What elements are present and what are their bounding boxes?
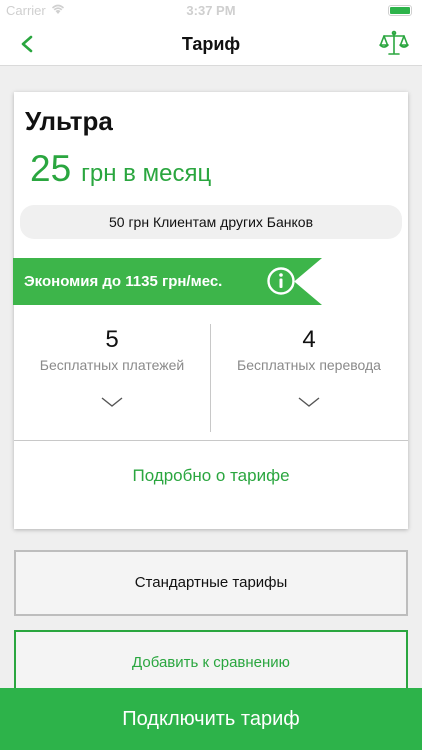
other-banks-note: 50 грн Клиентам других Банков [20, 205, 402, 239]
stat-value: 5 [105, 326, 119, 353]
scales-icon [379, 30, 409, 55]
tariff-card: Ультра 25 грн в месяц 50 грн Клиентам дру… [13, 92, 408, 529]
connect-tariff-button[interactable]: Подключить тариф [0, 688, 422, 750]
chevron-left-icon [21, 35, 33, 53]
status-bar: Carrier 3:37 PM [0, 0, 422, 22]
price-unit: грн в месяц [81, 160, 212, 187]
add-to-compare-button[interactable]: Добавить к сравнению [14, 630, 408, 696]
savings-ribbon: Экономия до 1135 грн/мес. [13, 258, 322, 305]
standard-tariffs-button[interactable]: Стандартные тарифы [14, 550, 408, 616]
clock: 3:37 PM [186, 3, 236, 18]
stat-label: Бесплатных платежей [39, 357, 185, 373]
tariff-name: Ультра [25, 106, 113, 136]
free-transfers-stat[interactable]: 4 Бесплатных перевода [211, 324, 407, 434]
battery-icon [388, 5, 412, 16]
back-button[interactable] [14, 30, 42, 58]
savings-text: Экономия до 1135 грн/мес. [24, 273, 223, 290]
compare-button[interactable] [378, 28, 410, 60]
stat-label: Бесплатных перевода [237, 357, 381, 373]
page-title: Тариф [181, 34, 241, 54]
price-amount: 25 [30, 148, 72, 189]
chevron-down-icon [298, 397, 320, 407]
chevron-down-icon [101, 397, 123, 407]
tariff-price: 25 грн в месяц [30, 148, 211, 190]
navigation-bar: Тариф [0, 22, 422, 66]
divider [14, 440, 408, 441]
tariff-details-link[interactable]: Подробно о тарифе [14, 466, 408, 486]
info-icon[interactable] [266, 266, 296, 296]
free-payments-stat[interactable]: 5 Бесплатных платежей [14, 324, 210, 434]
battery-fill [390, 7, 410, 14]
stat-value: 4 [302, 326, 316, 353]
